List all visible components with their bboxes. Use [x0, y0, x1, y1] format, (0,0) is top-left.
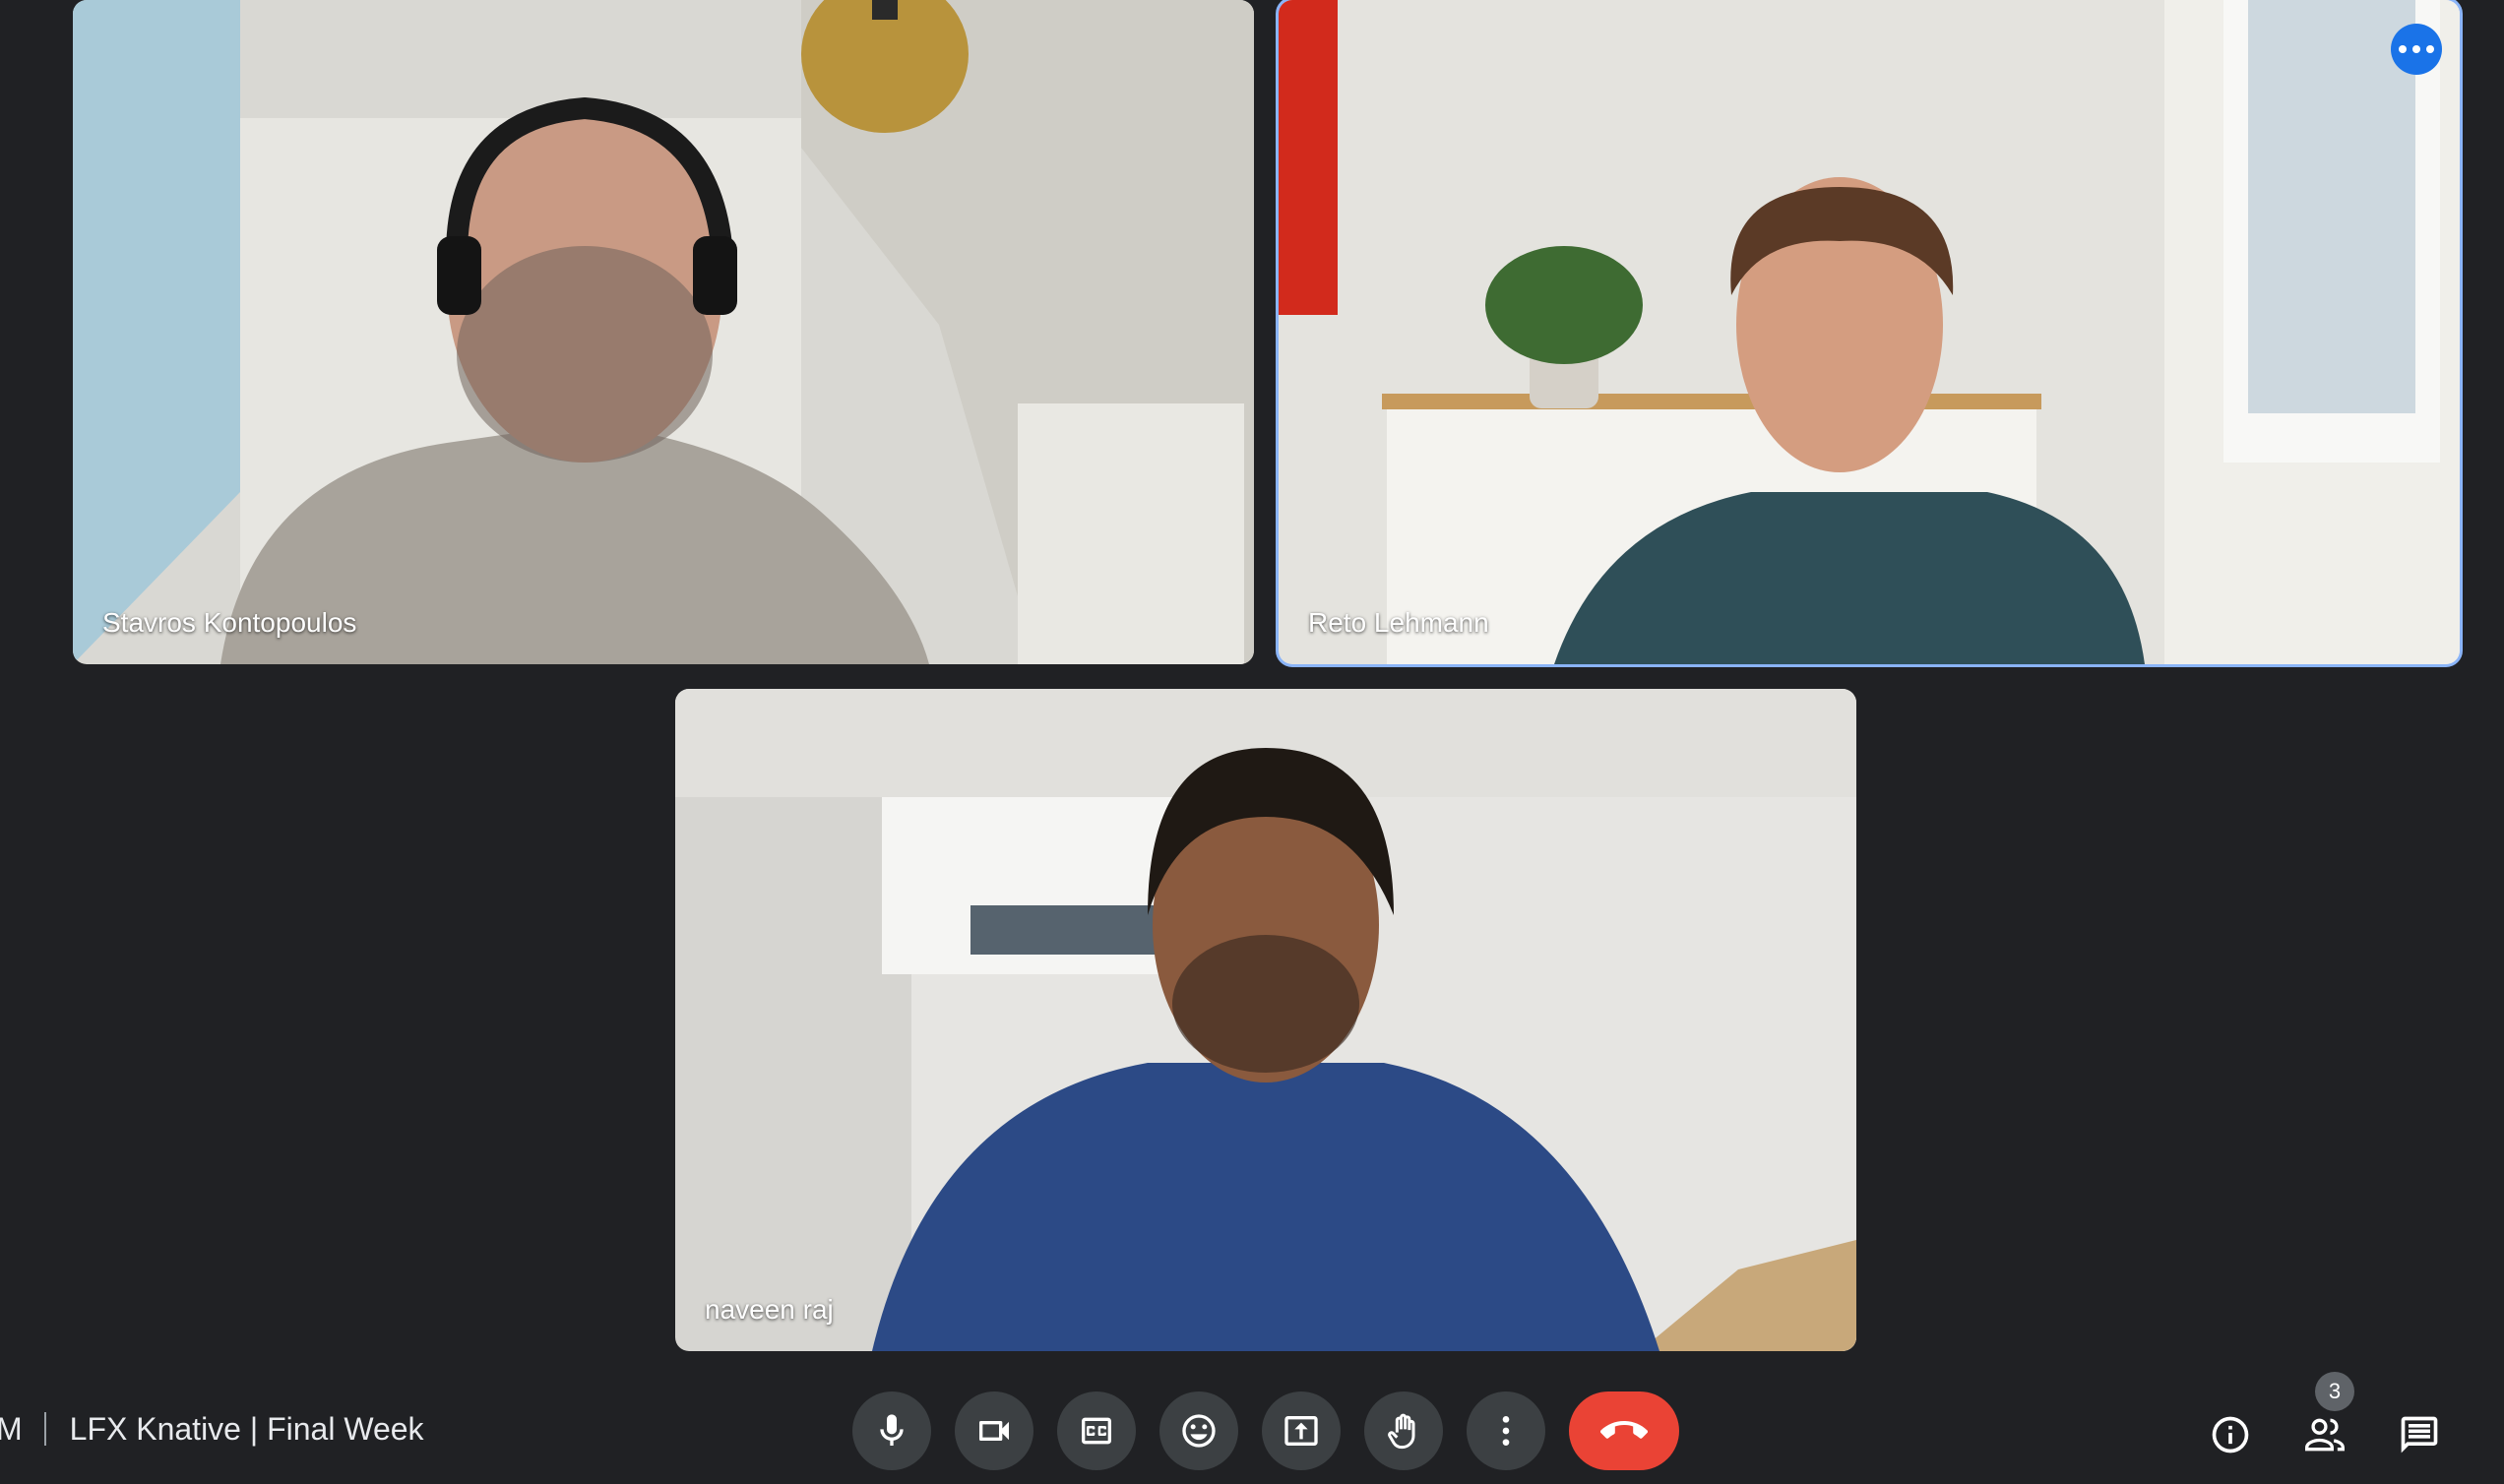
call-controls: [852, 1391, 1679, 1470]
meeting-title: LFX Knative | Final Week: [69, 1410, 424, 1447]
people-count-badge: 3: [2315, 1372, 2354, 1411]
video-feed-reto: [1279, 0, 2460, 664]
microphone-icon: [880, 1414, 904, 1446]
meeting-details[interactable]: M LFX Knative | Final Week: [0, 1409, 424, 1449]
present-screen-button[interactable]: [1262, 1391, 1341, 1470]
emoji-icon: [1182, 1414, 1216, 1448]
participant-name: Stavros Kontopoulos: [102, 607, 357, 638]
people-button[interactable]: 3: [2295, 1372, 2354, 1462]
raise-hand-icon: [1388, 1413, 1415, 1450]
video-camera-icon: [979, 1421, 1009, 1441]
leave-call-button[interactable]: [1569, 1391, 1679, 1470]
participant-name: Reto Lehmann: [1308, 607, 1489, 638]
emoji-reaction-button[interactable]: [1159, 1391, 1238, 1470]
info-icon: [2212, 1416, 2249, 1453]
participant-tile-stavros[interactable]: Stavros Kontopoulos: [73, 0, 1254, 664]
more-options-button[interactable]: [1467, 1391, 1545, 1470]
participant-name: naveen raj: [705, 1294, 834, 1325]
video-feed-stavros: [73, 0, 1254, 664]
video-feed-naveen: [675, 689, 1856, 1351]
microphone-button[interactable]: [852, 1391, 931, 1470]
meeting-time: M: [0, 1410, 23, 1447]
bottom-toolbar: M LFX Knative | Final Week 3: [0, 1372, 2504, 1484]
participant-tile-naveen[interactable]: naveen raj: [675, 689, 1856, 1351]
camera-button[interactable]: [955, 1391, 1033, 1470]
chat-icon: [2401, 1416, 2438, 1453]
raise-hand-button[interactable]: [1364, 1391, 1443, 1470]
tile-more-options-button[interactable]: [2391, 24, 2442, 75]
meeting-details-button[interactable]: [2201, 1407, 2260, 1462]
hang-up-icon: [1600, 1421, 1648, 1439]
chat-button[interactable]: [2390, 1407, 2449, 1462]
more-vertical-icon: [1502, 1416, 1510, 1446]
people-icon: [2305, 1418, 2345, 1452]
present-screen-icon: [1284, 1416, 1318, 1446]
participant-tile-reto[interactable]: Reto Lehmann: [1276, 0, 2463, 667]
captions-button[interactable]: [1057, 1391, 1136, 1470]
more-dots-icon: [2399, 45, 2407, 53]
side-panel-controls: 3: [2201, 1372, 2484, 1462]
closed-captions-icon: [1082, 1417, 1111, 1445]
divider: [43, 1412, 46, 1446]
